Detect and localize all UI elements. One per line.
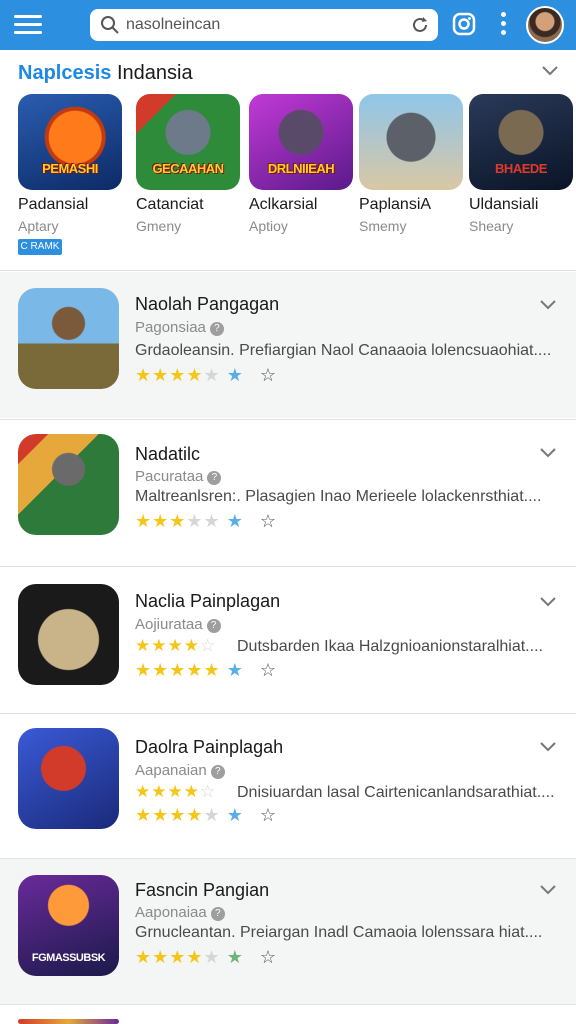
featured-app-2[interactable]: GECAAHAN Catanciat Gmeny xyxy=(136,94,244,234)
app-title: Naolah Pangagan xyxy=(135,294,280,314)
app-icon xyxy=(18,728,119,829)
favorite-star-icon[interactable]: ☆ xyxy=(260,511,277,531)
app-thumbnail-label: GECAAHAN xyxy=(152,161,224,176)
app-category: Sheary xyxy=(469,218,514,234)
app-icon xyxy=(18,584,119,685)
app-title: Nadatilc xyxy=(135,444,201,464)
publisher-name: Aojiurataa xyxy=(135,616,203,633)
rank-badge[interactable]: C RAMK xyxy=(18,239,62,255)
list-item[interactable] xyxy=(0,1005,576,1024)
publisher-name: Pacurataa xyxy=(135,468,204,485)
app-description: Grdaoleansin. Prefiargian Naol Canaaoia … xyxy=(135,342,552,359)
more-options-icon[interactable] xyxy=(498,12,508,38)
rating-stars: ★★★★★ ★ ☆ xyxy=(135,660,277,680)
app-thumbnail: PEMASHI xyxy=(18,94,122,190)
featured-app-4[interactable]: PaplansiA Smemy xyxy=(359,94,467,234)
chevron-down-icon[interactable] xyxy=(538,446,558,460)
hamburger-menu-icon[interactable] xyxy=(14,12,42,36)
chevron-down-icon[interactable] xyxy=(540,64,560,78)
info-icon[interactable]: ? xyxy=(209,322,224,336)
app-category: Gmeny xyxy=(136,218,182,234)
chevron-down-icon[interactable] xyxy=(538,883,558,897)
refresh-icon[interactable] xyxy=(410,15,430,35)
app-name: Uldansiali xyxy=(469,196,539,213)
list-item[interactable]: Naclia Painplagan Aojiurataa? ★★★★☆ Duts… xyxy=(0,567,576,713)
search-icon xyxy=(101,16,119,34)
app-icon xyxy=(18,434,119,535)
app-thumbnail: BHAEDE xyxy=(469,94,573,190)
app-thumbnail: DRLNIIEAH xyxy=(249,94,353,190)
app-thumbnail xyxy=(359,94,463,190)
app-name: Catanciat xyxy=(136,196,204,213)
app-icon-label: FGMASSUBSK xyxy=(31,952,106,964)
app-description: Dnisiuardan lasal Cairtenicanlandsarathi… xyxy=(237,784,555,801)
app-description: Dutsbarden Ikaa Halzgnioanionstaralhiat.… xyxy=(237,638,543,655)
app-thumbnail-label: PEMASHI xyxy=(42,161,98,176)
list-item[interactable]: Nadatilc Pacurataa? Maltreanlsren:. Plas… xyxy=(0,420,576,566)
app-thumbnail-label: DRLNIIEAH xyxy=(267,161,335,176)
instagram-icon[interactable] xyxy=(452,12,476,36)
app-title: Fasncin Pangian xyxy=(135,880,270,900)
app-publisher: Aapanaian? xyxy=(135,762,225,779)
publisher-name: Pagonsiaa xyxy=(135,319,206,336)
app-category: Smemy xyxy=(359,218,407,234)
info-icon[interactable]: ? xyxy=(210,765,225,779)
app-publisher: Aojiurataa? xyxy=(135,616,221,633)
chevron-down-icon[interactable] xyxy=(538,740,558,754)
app-category: Aptioy xyxy=(249,218,288,234)
rating-stars: ★★★★★ ★ ☆ xyxy=(135,947,277,967)
featured-app-1[interactable]: PEMASHI Padansial Aptary xyxy=(18,94,126,234)
featured-app-5[interactable]: BHAEDE Uldansiali Sheary xyxy=(469,94,576,234)
list-item[interactable]: Daolra Painplagah Aapanaian? ★★★★☆ Dnisi… xyxy=(0,714,576,860)
info-icon[interactable]: ? xyxy=(206,619,221,633)
list-item[interactable]: Naolah Pangagan Pagonsiaa? Grdaoleansin.… xyxy=(0,272,576,418)
rating-stars: ★★★★★ ★ ☆ xyxy=(135,805,277,825)
favorite-star-icon[interactable]: ☆ xyxy=(260,660,277,680)
app-publisher: Aaponaiaa? xyxy=(135,904,225,921)
info-icon[interactable]: ? xyxy=(210,907,225,921)
search-input[interactable] xyxy=(126,13,396,37)
app-publisher: Pacurataa? xyxy=(135,468,222,485)
rating-stars: ★★★★★ ★ ☆ xyxy=(135,365,277,385)
app-title: Naclia Painplagan xyxy=(135,591,281,611)
top-app-bar xyxy=(0,0,576,50)
app-name: Padansial xyxy=(18,196,89,213)
chevron-down-icon[interactable] xyxy=(538,298,558,312)
app-name: Aclkarsial xyxy=(249,196,318,213)
avatar[interactable] xyxy=(526,6,564,44)
search-bar[interactable] xyxy=(90,9,438,41)
app-title: Daolra Painplagah xyxy=(135,737,284,757)
publisher-name: Aaponaiaa xyxy=(135,904,207,921)
app-icon: FGMASSUBSK xyxy=(18,875,119,976)
app-category: Aptary xyxy=(18,218,59,234)
app-icon xyxy=(18,288,119,389)
section-title: Naplcesis Indansia xyxy=(18,62,193,85)
info-icon[interactable]: ? xyxy=(207,471,222,485)
app-thumbnail: GECAAHAN xyxy=(136,94,240,190)
list-item[interactable]: FGMASSUBSK Fasncin Pangian Aaponaiaa? Gr… xyxy=(0,859,576,1005)
app-thumbnail-label: BHAEDE xyxy=(495,161,547,176)
app-description: Maltreanlsren:. Plasagien Inao Merieele … xyxy=(135,488,542,505)
app-publisher: Pagonsiaa? xyxy=(135,319,224,336)
app-name: PaplansiA xyxy=(359,196,432,213)
divider xyxy=(0,270,576,271)
featured-app-3[interactable]: DRLNIIEAH Aclkarsial Aptioy xyxy=(249,94,357,234)
publisher-name: Aapanaian xyxy=(135,762,207,779)
section-title-accent: Naplcesis xyxy=(18,62,112,84)
app-icon xyxy=(18,1019,119,1024)
favorite-star-icon[interactable]: ☆ xyxy=(260,365,277,385)
section-title-rest: Indansia xyxy=(111,62,193,84)
rating-stars-secondary: ★★★★☆ xyxy=(135,636,217,655)
chevron-down-icon[interactable] xyxy=(538,595,558,609)
rating-stars-secondary: ★★★★☆ xyxy=(135,782,217,801)
favorite-star-icon[interactable]: ☆ xyxy=(260,805,277,825)
favorite-star-icon[interactable]: ☆ xyxy=(260,947,277,967)
rating-stars: ★★★★★ ★ ☆ xyxy=(135,511,277,531)
app-description: Grnucleantan. Preiargan Inadl Camaoia lo… xyxy=(135,924,543,941)
